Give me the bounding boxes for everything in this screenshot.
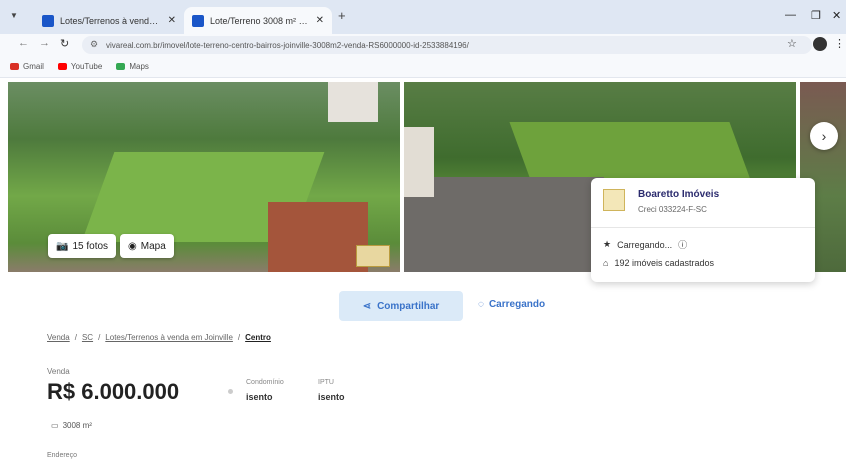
price: R$ 6.000.000 [47,379,180,404]
bookmark-gmail[interactable]: Gmail [10,62,44,71]
divider [591,227,815,228]
bookmark-maps[interactable]: Maps [116,62,149,71]
breadcrumb-venda[interactable]: Venda [47,333,70,342]
condo-value: isento [246,392,273,402]
listing-page: 📷 15 fotos ◉ Mapa › Boaretto Imóveis Cre… [0,78,846,461]
youtube-icon [57,63,67,70]
breadcrumb: Venda / SC / Lotes/Terrenos à venda em J… [47,333,271,342]
photo-roof [268,202,368,272]
tab-active[interactable]: Lote/Terreno 3008 m² em Cent ✕ [184,7,332,34]
ruler-icon: ▭ [51,421,59,430]
photos-count-button[interactable]: 📷 15 fotos [48,234,117,258]
menu-icon[interactable]: ⋮ [834,37,845,50]
agent-name[interactable]: Boaretto Imóveis [638,189,719,200]
agency-watermark-logo [356,245,390,267]
bookmark-star-icon[interactable]: ☆ [787,37,797,50]
site-info-icon[interactable]: ⚙ [90,39,98,50]
address-text: vivareal.com.br/imovel/lote-terreno-cent… [106,40,469,50]
site-favicon-icon [192,14,204,27]
share-label: Compartilhar [377,300,440,312]
spinner-icon: ◌ [478,299,484,310]
share-icon: ⋖ [362,300,372,312]
forward-icon[interactable]: → [39,37,50,49]
tab-title: Lote/Terreno 3008 m² em Cent [210,15,310,26]
agent-listings: ⌂ 192 imóveis cadastrados [603,258,714,268]
info-icon: ⓘ [678,240,688,250]
photo-roof [404,177,604,272]
close-tab-icon[interactable]: ✕ [168,15,176,26]
photo-building [404,127,434,197]
agency-logo [603,189,625,211]
iptu-label: IPTU [318,379,334,386]
map-label: Mapa [140,240,166,252]
area-value: 3008 m² [62,421,92,430]
photos-count-label: 15 fotos [72,240,109,252]
agent-creci: Creci 033224-F-SC [638,205,707,214]
breadcrumb-separator: / [237,333,241,342]
bookmark-label: Gmail [23,62,44,71]
bookmark-label: YouTube [70,62,103,71]
loading-button[interactable]: ◌ Carregando [478,299,545,310]
gmail-icon [10,63,19,70]
maps-icon [116,63,126,70]
breadcrumb-category[interactable]: Lotes/Terrenos à venda em Joinville [105,333,233,342]
minimize-icon[interactable]: — [785,9,796,21]
area-info: ▭ 3008 m² [51,421,92,430]
agent-rating: ★ Carregando... ⓘ [603,238,687,251]
agent-card: Boaretto Imóveis Creci 033224-F-SC ★ Car… [591,178,815,282]
address-label: Endereço [47,452,77,459]
bookmark-youtube[interactable]: YouTube [57,62,103,71]
close-window-icon[interactable]: ✕ [832,9,841,22]
tab-title: Lotes/Terrenos à venda em Joi [60,15,162,26]
star-icon: ★ [603,239,612,249]
back-icon[interactable]: ← [18,37,29,49]
breadcrumb-separator: / [98,333,101,342]
breadcrumb-separator: / [74,333,77,342]
new-tab-icon[interactable]: + [338,8,346,23]
gallery-next-button[interactable]: › [810,122,838,150]
camera-icon: 📷 [56,240,69,252]
site-favicon-icon [42,14,54,27]
breadcrumb-current[interactable]: Centro [245,333,271,342]
breadcrumb-state[interactable]: SC [82,333,93,342]
iptu-value: isento [318,392,345,402]
reload-icon[interactable]: ↻ [60,37,69,50]
separator-dot [228,389,233,394]
restore-icon[interactable]: ❐ [811,9,821,22]
map-pin-icon: ◉ [128,240,137,252]
photo-building [328,82,378,122]
close-tab-icon[interactable]: ✕ [316,15,324,26]
share-button[interactable]: ⋖ Compartilhar [339,291,463,321]
home-icon: ⌂ [603,258,609,268]
browser-toolbar: ← → ↻ ⚙ vivareal.com.br/imovel/lote-terr… [0,34,846,56]
agent-listings-count: 192 imóveis cadastrados [614,258,714,268]
tab-search-icon[interactable]: ▼ [10,11,18,20]
address-bar[interactable]: ⚙ vivareal.com.br/imovel/lote-terreno-ce… [82,36,812,54]
condo-label: Condomínio [246,379,284,386]
chevron-right-icon: › [821,128,827,144]
agent-status: Carregando... [617,239,673,250]
sale-label: Venda [47,367,70,376]
profile-avatar[interactable] [813,37,827,51]
tab-inactive[interactable]: Lotes/Terrenos à venda em Joi ✕ [34,7,184,34]
bookmarks-bar: Gmail YouTube Maps [0,56,846,78]
loading-label: Carregando [488,299,546,310]
map-button[interactable]: ◉ Mapa [120,234,174,258]
browser-tab-strip: ▼ Lotes/Terrenos à venda em Joi ✕ Lote/T… [0,0,846,34]
bookmark-label: Maps [129,62,149,71]
